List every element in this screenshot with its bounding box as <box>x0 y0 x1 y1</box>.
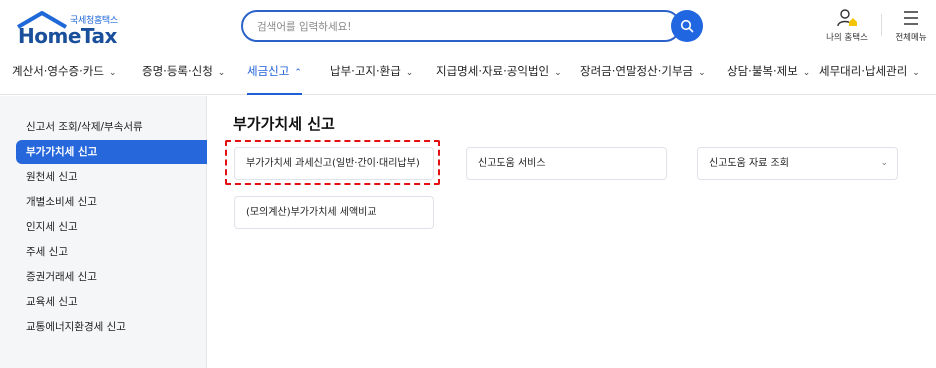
gnb-label: 장려금·연말정산·기부금 <box>580 64 694 78</box>
sidebar-item-liquor[interactable]: 주세 신고 <box>16 240 207 264</box>
chevron-down-icon: ⌄ <box>698 68 706 78</box>
sidebar-item-withholding[interactable]: 원천세 신고 <box>16 165 207 189</box>
search-icon <box>680 19 694 33</box>
chevron-down-icon: ⌄ <box>912 68 920 78</box>
sidebar-item-education[interactable]: 교육세 신고 <box>16 290 207 314</box>
chevron-down-icon: ⌄ <box>554 68 562 78</box>
gnb-item-payment-statement[interactable]: 지급명세·자료·공익법인 ⌄ <box>436 53 562 95</box>
header: 국세청홈택스 HomeTax 나의 홈택스 전체메뉴 <box>0 0 936 53</box>
gnb-item-certificate[interactable]: 증명·등록·신청 ⌄ <box>142 53 225 95</box>
gnb-item-incentive[interactable]: 장려금·연말정산·기부금 ⌄ <box>580 53 706 95</box>
gnb-label: 세무대리·납세관리 <box>819 64 908 78</box>
my-hometax-button[interactable]: 나의 홈택스 <box>822 8 872 43</box>
gnb-label: 계산서·영수증·카드 <box>12 64 104 78</box>
card-label: 신고도움 자료 조회 <box>709 158 789 169</box>
search-input[interactable] <box>257 18 657 36</box>
chevron-down-icon: ⌄ <box>108 68 117 78</box>
sidebar-item-transport-energy[interactable]: 교통에너지환경세 신고 <box>16 315 207 339</box>
gnb-label: 납부·고지·환급 <box>330 64 401 78</box>
card-mock-calculation[interactable]: (모의계산)부가가치세 세액비교 <box>234 196 434 229</box>
highlight-annotation <box>225 140 440 185</box>
chevron-down-icon: ⌄ <box>405 68 414 78</box>
gnb-item-invoice[interactable]: 계산서·영수증·카드 ⌄ <box>12 53 117 95</box>
gnb-label: 지급명세·자료·공익법인 <box>436 64 550 78</box>
card-label: 신고도움 서비스 <box>478 158 546 169</box>
page-title: 부가가치세 신고 <box>233 115 335 133</box>
gnb-label: 증명·등록·신청 <box>142 64 213 78</box>
search-box <box>241 10 681 42</box>
sidebar-item-stamp[interactable]: 인지세 신고 <box>16 215 207 239</box>
my-hometax-icon <box>837 9 857 27</box>
all-menu-button[interactable]: 전체메뉴 <box>886 8 936 43</box>
sidebar-item-report-inquiry[interactable]: 신고서 조회/삭제/부속서류 <box>16 115 207 139</box>
my-hometax-label: 나의 홈택스 <box>826 33 868 43</box>
all-menu-label: 전체메뉴 <box>895 33 927 43</box>
chevron-up-icon: ⌃ <box>294 68 302 78</box>
gnb-item-tax-agent[interactable]: 세무대리·납세관리 ⌄ <box>819 53 920 95</box>
card-filing-help[interactable]: 신고도움 서비스 <box>466 147 667 180</box>
hamburger-menu-icon <box>904 11 918 25</box>
gnb-item-payment[interactable]: 납부·고지·환급 ⌄ <box>330 53 413 95</box>
gnb-item-tax-report[interactable]: 세금신고 ⌃ <box>247 53 302 95</box>
sidebar-item-securities[interactable]: 증권거래세 신고 <box>16 265 207 289</box>
chevron-down-icon: ⌄ <box>217 68 226 78</box>
sidebar-item-excise[interactable]: 개별소비세 신고 <box>16 190 207 214</box>
gnb-label: 세금신고 <box>247 64 290 78</box>
logo-title: HomeTax <box>18 24 117 48</box>
card-label: (모의계산)부가가치세 세액비교 <box>246 207 377 218</box>
chevron-down-icon: ⌄ <box>802 68 811 78</box>
gnb-item-consult[interactable]: 상담·불복·제보 ⌄ <box>727 53 810 95</box>
sidebar: 신고서 조회/삭제/부속서류 부가가치세 신고 원천세 신고 개별소비세 신고 … <box>0 96 207 368</box>
global-nav: 계산서·영수증·카드 ⌄ 증명·등록·신청 ⌄ 세금신고 ⌃ 납부·고지·환급 ⌄ 지급… <box>0 53 936 95</box>
chevron-down-icon[interactable]: ⌄ <box>880 148 888 179</box>
hometax-logo[interactable]: 국세청홈택스 HomeTax <box>16 9 126 48</box>
card-filing-help-data[interactable]: 신고도움 자료 조회 ⌄ <box>697 147 898 180</box>
search-button[interactable] <box>671 10 703 42</box>
sidebar-item-vat[interactable]: 부가가치세 신고 <box>16 140 207 164</box>
header-divider <box>881 14 882 36</box>
search-bar <box>241 10 703 42</box>
gnb-label: 상담·불복·제보 <box>727 64 798 78</box>
